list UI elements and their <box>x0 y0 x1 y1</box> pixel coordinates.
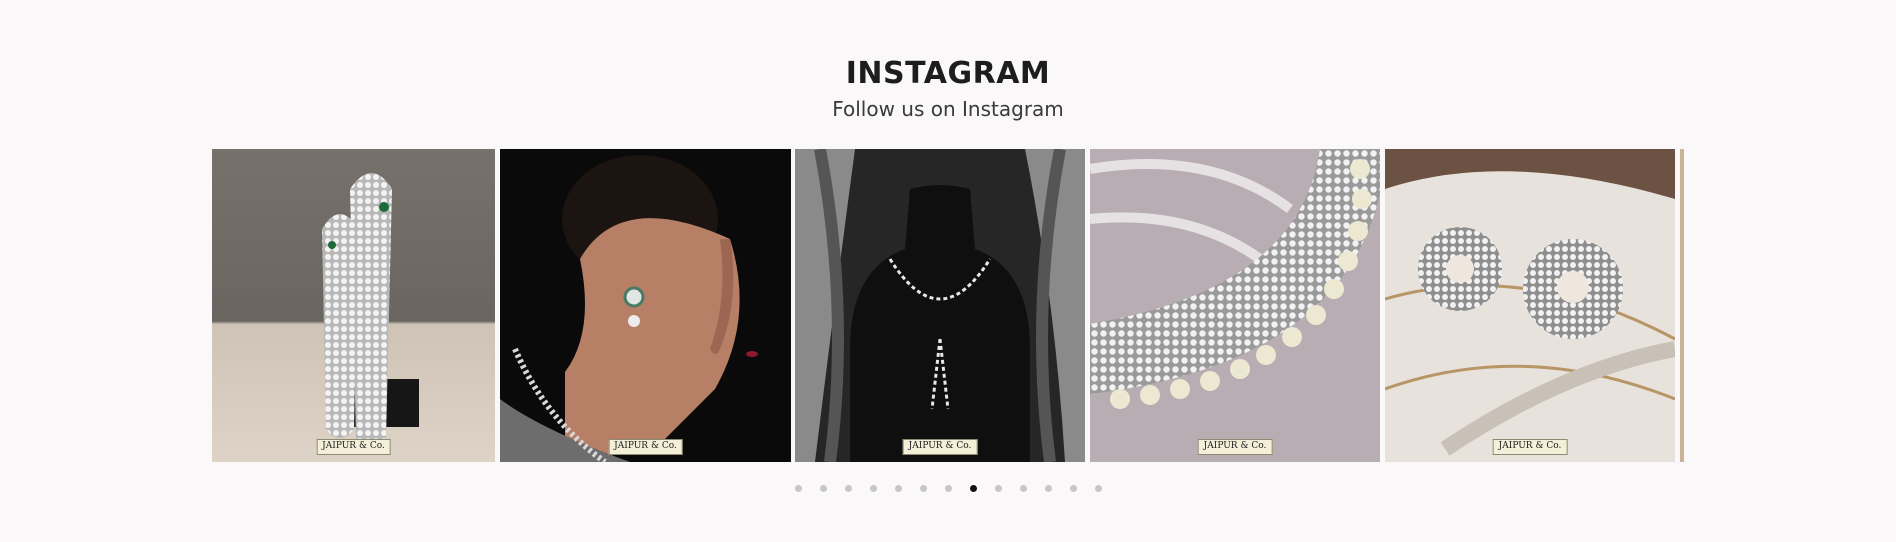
instagram-post-2[interactable]: JAIPUR & Co. <box>500 149 791 462</box>
pagination-dot[interactable] <box>894 485 902 492</box>
instagram-post-3[interactable]: JAIPUR & Co. <box>795 149 1085 462</box>
pagination-dot-active[interactable] <box>969 485 977 492</box>
pagination-dot[interactable] <box>819 485 827 492</box>
pagination-dot[interactable] <box>844 485 852 492</box>
brand-badge: JAIPUR & Co. <box>316 439 391 455</box>
brand-badge: JAIPUR & Co. <box>1492 439 1568 455</box>
pagination-dot[interactable] <box>944 485 952 492</box>
section-title: INSTAGRAM <box>845 56 1051 91</box>
pagination-dot[interactable] <box>869 485 877 492</box>
instagram-post-5[interactable]: JAIPUR & Co. <box>1385 149 1675 462</box>
brand-badge: JAIPUR & Co. <box>1197 439 1273 455</box>
brand-badge: JAIPUR & Co. <box>902 439 978 455</box>
pagination-dot[interactable] <box>994 485 1002 492</box>
brand-badge: JAIPUR & Co. <box>608 439 683 455</box>
pearl-necklace-image <box>1090 149 1380 462</box>
pagination-dot[interactable] <box>919 485 927 492</box>
instagram-section: INSTAGRAM Follow us on Instagram JAIPUR … <box>0 0 1896 542</box>
pagination-dot[interactable] <box>1044 485 1052 492</box>
instagram-post-6-partial[interactable] <box>1680 149 1684 462</box>
pearl-earrings-image <box>1385 149 1675 462</box>
carousel-pagination <box>0 485 1896 492</box>
instagram-post-1[interactable]: JAIPUR & Co. <box>212 149 495 462</box>
necklace-bust-image <box>795 149 1085 462</box>
model-portrait-image <box>500 149 791 462</box>
pagination-dot[interactable] <box>1019 485 1027 492</box>
serpent-earrings-image <box>212 149 495 462</box>
pagination-dot[interactable] <box>794 485 802 492</box>
pagination-dot[interactable] <box>1094 485 1102 492</box>
instagram-carousel[interactable]: JAIPUR & Co. JAIPUR & Co. JAIPUR & Co. J… <box>212 149 1684 462</box>
section-subtitle: Follow us on Instagram <box>832 97 1064 121</box>
instagram-post-4[interactable]: JAIPUR & Co. <box>1090 149 1380 462</box>
pagination-dot[interactable] <box>1069 485 1077 492</box>
